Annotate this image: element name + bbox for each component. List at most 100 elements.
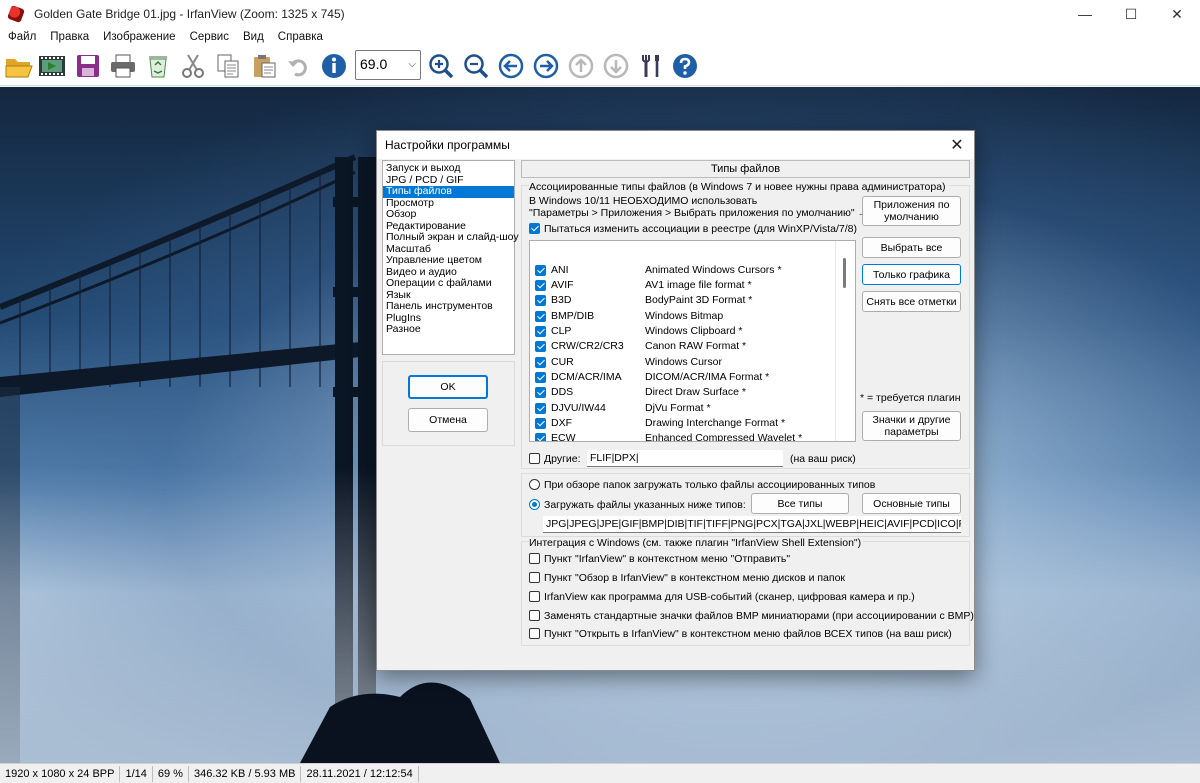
zoom-value: 69.0	[360, 56, 388, 72]
select-all-button[interactable]: Выбрать все	[862, 237, 961, 258]
list-item[interactable]: CRW/CR2/CR3 Canon RAW Format *	[530, 339, 835, 354]
category-item-selected[interactable]: Типы файлов	[383, 185, 514, 198]
icons-options-button[interactable]: Значки и другие параметры	[862, 411, 961, 441]
file-types-list[interactable]: ANI Animated Windows Cursors * AVIF AV1 …	[529, 240, 856, 442]
open-folder-icon[interactable]	[3, 50, 35, 82]
category-item[interactable]: Панель инструментов	[383, 300, 514, 313]
scrollbar-thumb[interactable]	[843, 258, 846, 288]
ok-button[interactable]: OK	[408, 375, 488, 399]
minimize-button[interactable]: —	[1062, 0, 1108, 28]
others-checkbox[interactable]	[529, 453, 540, 464]
print-icon[interactable]	[107, 50, 139, 82]
irfanview-app-icon[interactable]	[8, 6, 24, 22]
file-type-checkbox[interactable]	[535, 372, 546, 383]
menu-edit[interactable]: Правка	[43, 31, 96, 43]
file-type-checkbox[interactable]	[535, 341, 546, 352]
list-item[interactable]: CUR Windows Cursor	[530, 355, 835, 370]
file-type-checkbox[interactable]	[535, 418, 546, 429]
slideshow-icon[interactable]	[36, 50, 68, 82]
chevron-down-icon[interactable]: ⌵	[408, 59, 416, 70]
file-type-ext: CLP	[551, 325, 572, 337]
integration-checkbox[interactable]	[529, 628, 540, 639]
file-type-checkbox[interactable]	[535, 295, 546, 306]
next-image-icon[interactable]	[530, 50, 562, 82]
file-type-desc: DjVu Format *	[645, 402, 711, 414]
file-type-checkbox[interactable]	[535, 387, 546, 398]
save-icon[interactable]	[72, 50, 104, 82]
file-type-checkbox[interactable]	[535, 265, 546, 276]
file-type-desc: AV1 image file format *	[645, 279, 752, 291]
undo-icon[interactable]	[283, 50, 315, 82]
integration-checkbox[interactable]	[529, 610, 540, 621]
file-type-checkbox[interactable]	[535, 326, 546, 337]
integration-label: Пункт "Обзор в IrfanView" в контекстном …	[544, 572, 846, 584]
zoom-in-icon[interactable]	[425, 50, 457, 82]
list-item[interactable]: BMP/DIB Windows Bitmap	[530, 309, 835, 324]
menu-help[interactable]: Справка	[271, 31, 330, 43]
menu-options[interactable]: Сервис	[183, 31, 236, 43]
list-item[interactable]: ANI Animated Windows Cursors *	[530, 263, 835, 278]
list-item[interactable]: AVIF AV1 image file format *	[530, 278, 835, 293]
recycle-bin-icon[interactable]	[142, 50, 174, 82]
file-type-checkbox[interactable]	[535, 280, 546, 291]
zoom-combobox[interactable]: 69.0 ⌵	[355, 50, 421, 80]
integration-checkbox[interactable]	[529, 591, 540, 602]
menu-image[interactable]: Изображение	[96, 31, 182, 43]
file-type-desc: Drawing Interchange Format *	[645, 417, 786, 429]
list-item[interactable]: DCM/ACR/IMA DICOM/ACR/IMA Format *	[530, 370, 835, 385]
copy-icon[interactable]	[212, 50, 244, 82]
browse-assoc-radio[interactable]	[529, 479, 540, 490]
list-item[interactable]: CLP Windows Clipboard *	[530, 324, 835, 339]
load-listed-radio[interactable]	[529, 499, 540, 510]
help-icon[interactable]	[669, 50, 701, 82]
category-item[interactable]: Запуск и выход	[383, 162, 514, 175]
registry-checkbox[interactable]	[529, 223, 540, 234]
dialog-title: Настройки программы	[385, 138, 510, 152]
category-item[interactable]: Разное	[383, 323, 514, 336]
menu-view[interactable]: Вид	[236, 31, 271, 43]
cut-icon[interactable]	[177, 50, 209, 82]
file-type-checkbox[interactable]	[535, 357, 546, 368]
category-item[interactable]: Обзор	[383, 208, 514, 221]
close-window-button[interactable]: ✕	[1154, 0, 1200, 28]
graphics-only-button[interactable]: Только графика	[862, 264, 961, 285]
integration-checkbox[interactable]	[529, 553, 540, 564]
win10-note-line1: В Windows 10/11 НЕОБХОДИМО использовать	[529, 195, 758, 207]
list-item[interactable]: DXF Drawing Interchange Format *	[530, 416, 835, 431]
others-input[interactable]: FLIF|DPX|	[587, 450, 783, 467]
clear-all-button[interactable]: Снять все отметки	[862, 291, 961, 312]
settings-tools-icon[interactable]	[636, 50, 668, 82]
zoom-out-icon[interactable]	[460, 50, 492, 82]
dialog-close-button[interactable]: ✕	[946, 134, 968, 156]
file-types-scrollbar[interactable]	[835, 241, 855, 441]
category-list[interactable]: Запуск и выход JPG / PCD / GIF Типы файл…	[382, 160, 519, 355]
dialog-title-bar: Настройки программы ✕	[377, 131, 974, 159]
list-item[interactable]: ECW Enhanced Compressed Wavelet *	[530, 431, 835, 442]
integration-checkbox[interactable]	[529, 572, 540, 583]
category-item[interactable]: Управление цветом	[383, 254, 514, 267]
category-item[interactable]: Полный экран и слайд-шоу	[383, 231, 519, 244]
category-item[interactable]: Операции с файлами	[383, 277, 514, 290]
menu-file[interactable]: Файл	[0, 31, 43, 43]
maximize-button[interactable]: ☐	[1108, 0, 1154, 28]
main-types-button[interactable]: Основные типы	[862, 493, 961, 514]
file-type-ext: ECW	[551, 432, 576, 442]
all-types-button[interactable]: Все типы	[751, 493, 849, 514]
move-up-icon[interactable]	[565, 50, 597, 82]
dialog-buttons-panel	[382, 361, 515, 446]
types-input[interactable]: JPG|JPEG|JPE|GIF|BMP|DIB|TIF|TIFF|PNG|PC…	[543, 516, 961, 533]
move-down-icon[interactable]	[600, 50, 632, 82]
window-title: Golden Gate Bridge 01.jpg - IrfanView (Z…	[34, 7, 345, 21]
default-apps-button[interactable]: Приложения по умолчанию	[862, 196, 961, 226]
list-item[interactable]: DDS Direct Draw Surface *	[530, 385, 835, 400]
registry-checkbox-label: Пытаться изменить ассоциации в реестре (…	[544, 223, 857, 235]
file-type-checkbox[interactable]	[535, 311, 546, 322]
list-item[interactable]: DJVU/IW44 DjVu Format *	[530, 401, 835, 416]
info-icon[interactable]	[318, 50, 350, 82]
file-type-checkbox[interactable]	[535, 403, 546, 414]
paste-icon[interactable]	[249, 50, 281, 82]
previous-image-icon[interactable]	[495, 50, 527, 82]
list-item[interactable]: B3D BodyPaint 3D Format *	[530, 293, 835, 308]
cancel-button[interactable]: Отмена	[408, 408, 488, 432]
file-type-checkbox[interactable]	[535, 433, 546, 441]
